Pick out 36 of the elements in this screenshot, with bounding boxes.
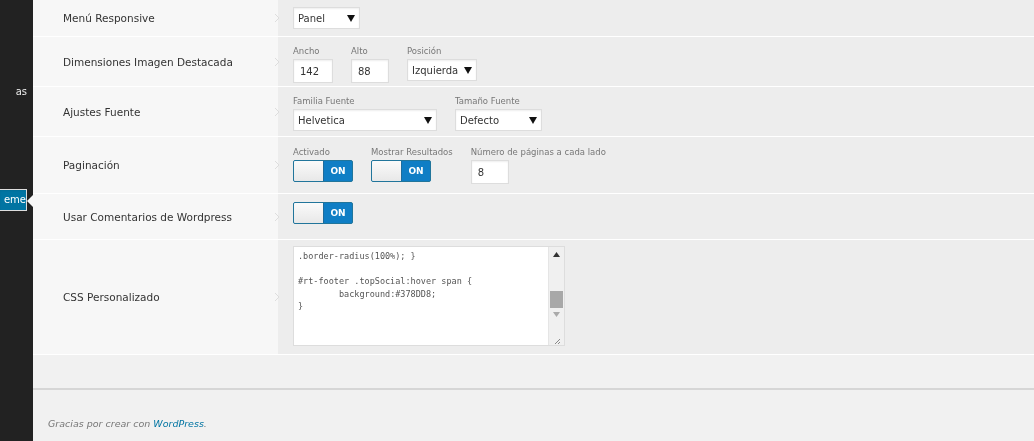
toggle-switch[interactable]: ON	[293, 202, 353, 224]
dropdown[interactable]: Helvetica	[293, 109, 437, 131]
field-caption: Número de páginas a cada lado	[470, 147, 606, 159]
input-field[interactable]: 8	[470, 160, 509, 184]
caret-icon	[464, 66, 472, 74]
toggle-switch[interactable]: ON	[371, 160, 431, 182]
scroll-thumb[interactable]	[550, 291, 563, 308]
dropdown[interactable]: Defecto	[455, 109, 542, 131]
input-field[interactable]: 88	[351, 59, 389, 83]
resize-handle-icon[interactable]	[552, 336, 561, 345]
field-caption: Ancho	[293, 46, 321, 58]
caret-icon	[529, 116, 537, 124]
code-editor[interactable]: .border-radius(100%); } #rt-footer .topSocial:hover span { background:#378DD8; }	[293, 246, 565, 346]
input-field[interactable]: 142	[293, 59, 333, 83]
setting-label: Ajustes Fuente	[63, 105, 141, 118]
field-caption: Familia Fuente	[293, 96, 356, 108]
field-caption: Tamaño Fuente	[455, 96, 521, 108]
field-caption: Posición	[407, 46, 443, 58]
toggle-switch[interactable]: ON	[293, 160, 353, 182]
sidebar-item[interactable]: as	[15, 80, 33, 104]
setting-label: CSS Personalizado	[63, 291, 160, 303]
footer-text: Gracias por crear con WordPress.	[47, 417, 208, 429]
field-caption: Alto	[351, 46, 369, 58]
field-caption: Activado	[293, 147, 331, 159]
caret-icon	[347, 14, 355, 22]
caret-icon	[424, 116, 432, 124]
setting-label: Usar Comentarios de Wordpress	[63, 210, 232, 223]
setting-label: Dimensiones Imagen Destacada	[63, 55, 233, 68]
setting-label: Menú Responsive	[63, 12, 155, 24]
scrollbar[interactable]	[548, 247, 564, 345]
dropdown[interactable]: Izquierda	[407, 59, 477, 81]
setting-label: Paginación	[63, 159, 120, 171]
wordpress-link[interactable]: WordPress	[153, 418, 204, 429]
dropdown[interactable]: Panel	[293, 7, 360, 29]
sidebar-item[interactable]: eme	[0, 189, 27, 211]
field-caption: Mostrar Resultados	[371, 147, 453, 159]
